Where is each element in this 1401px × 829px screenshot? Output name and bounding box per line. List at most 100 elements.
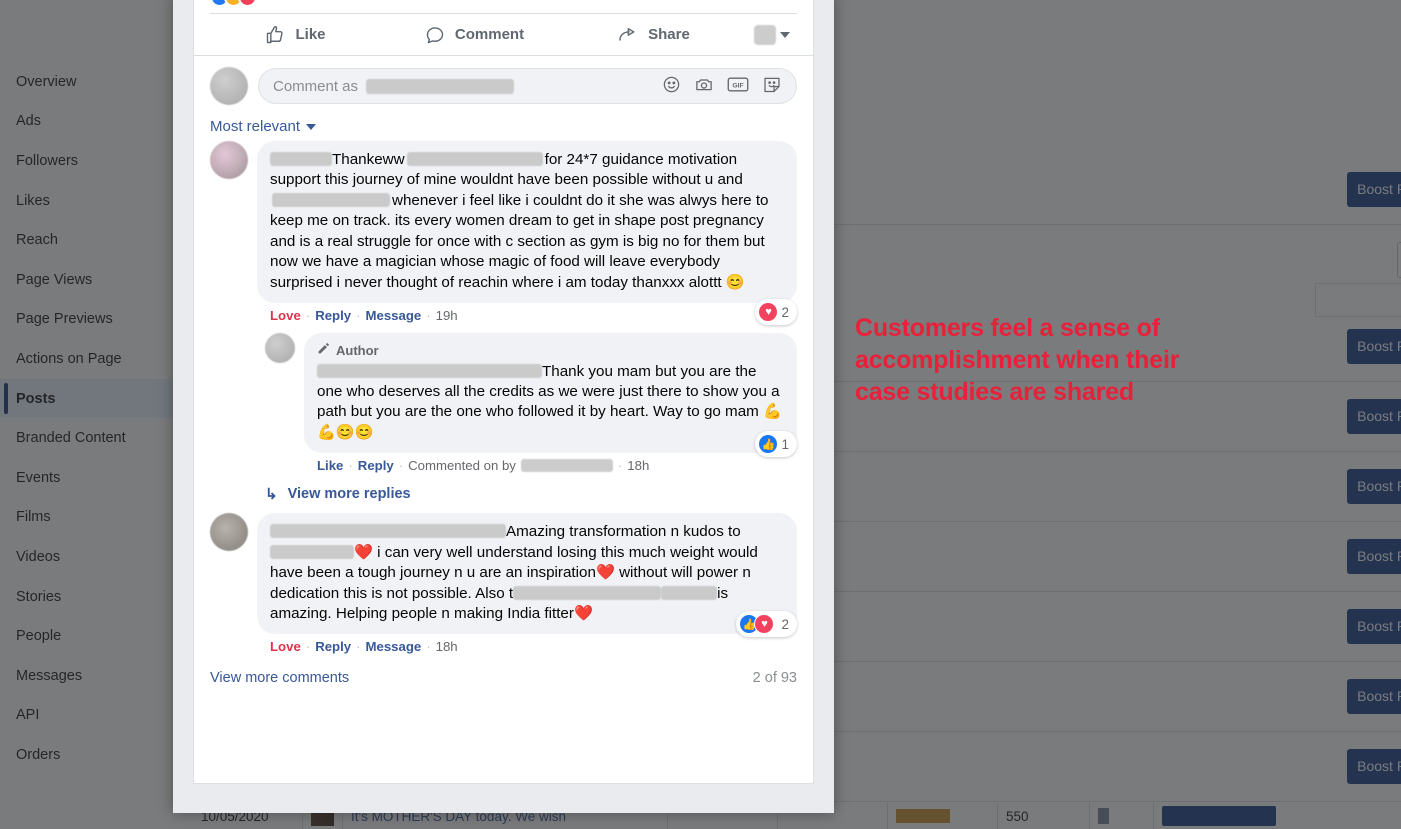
like-button[interactable]: Like xyxy=(206,19,385,51)
redacted-mention[interactable] xyxy=(317,363,542,378)
comment-button-label: Comment xyxy=(454,26,525,43)
svg-text:GIF: GIF xyxy=(732,82,743,89)
view-more-replies-label: View more replies xyxy=(287,486,411,503)
avatar[interactable] xyxy=(210,513,248,552)
comment-reply-item: Author Thank you mam but you are the one… xyxy=(265,333,797,473)
share-arrow-icon xyxy=(617,25,638,45)
post-action-bar: Like Comment Share xyxy=(194,14,813,56)
emoji-icon[interactable] xyxy=(662,75,681,98)
annotation-text: Customers feel a sense of accomplishment… xyxy=(855,314,1180,406)
comment-meta: Like · Reply · Commented on by · 18h xyxy=(304,453,797,473)
camera-icon[interactable] xyxy=(694,75,714,98)
post-detail-modal: Like Comment Share Comment as GIF Most r… xyxy=(173,0,834,813)
comment-reaction-pill[interactable]: 👍 1 xyxy=(755,431,797,458)
meta-separator: · xyxy=(617,458,623,474)
meta-separator: · xyxy=(398,458,404,474)
comment-reaction-pill[interactable]: ♥ 2 xyxy=(755,299,797,325)
redacted-mention[interactable] xyxy=(406,152,543,166)
meta-separator: · xyxy=(348,458,353,474)
comments-count-label: 2 of 93 xyxy=(752,670,797,687)
share-button-label: Share xyxy=(648,26,690,43)
comment-reply-link[interactable]: Reply xyxy=(358,458,394,473)
comment-timestamp: 18h xyxy=(435,639,458,655)
comment-timestamp: 18h xyxy=(627,458,650,474)
share-audience-selector[interactable] xyxy=(743,24,801,45)
comment-meta: Love · Reply · Message · 19h xyxy=(257,303,797,323)
reaction-count: 2 xyxy=(781,616,789,632)
comment-message-link[interactable]: Message xyxy=(366,308,422,323)
comment-item: Thankeww for 24*7 guidance motivation sup… xyxy=(210,141,797,325)
comment-text-bubble: Amazing transformation n kudos to ❤️ i c… xyxy=(257,513,797,635)
comment-timestamp: 19h xyxy=(435,308,458,324)
meta-separator: · xyxy=(426,639,431,655)
reaction-count: 1 xyxy=(781,436,789,452)
meta-separator: · xyxy=(426,308,431,324)
thumbs-up-icon xyxy=(265,25,285,45)
comments-footer: View more comments 2 of 93 xyxy=(194,664,813,702)
chevron-down-icon xyxy=(306,123,317,130)
redacted-mention[interactable] xyxy=(513,585,662,600)
comment-meta: Love · Reply · Message · 18h xyxy=(257,634,797,654)
commented-on-by-label: Commented on by xyxy=(408,458,516,474)
chevron-down-icon xyxy=(780,31,790,38)
redacted-mention[interactable] xyxy=(272,192,390,207)
redacted-mention[interactable] xyxy=(661,585,718,600)
comment-input-prefix: Comment as xyxy=(273,77,359,95)
comment-reply-link[interactable]: Reply xyxy=(315,639,351,654)
love-reaction-icon: ♥ xyxy=(758,302,779,322)
comment-text-part-1: Thankeww xyxy=(332,151,405,168)
meta-separator: · xyxy=(305,308,311,324)
comment-bubble-icon xyxy=(425,25,445,45)
reaction-count: 2 xyxy=(781,304,789,320)
comment-message-link[interactable]: Message xyxy=(366,639,422,654)
meta-separator: · xyxy=(356,308,361,324)
like-reaction-icon: 👍 xyxy=(758,434,779,455)
comment-item: Amazing transformation n kudos to ❤️ i c… xyxy=(210,513,797,654)
redacted-mention[interactable] xyxy=(270,544,354,559)
avatar[interactable] xyxy=(265,333,295,364)
post-detail-modal-content: Like Comment Share Comment as GIF Most r… xyxy=(193,0,814,784)
love-reaction-icon: ♥ xyxy=(754,614,775,635)
avatar xyxy=(210,67,248,105)
post-reactions-summary[interactable] xyxy=(194,0,813,13)
meta-separator: · xyxy=(356,639,361,655)
comment-reaction-link[interactable]: Love xyxy=(270,308,301,323)
pen-icon xyxy=(317,342,330,359)
composer-icon-group: GIF xyxy=(662,75,782,98)
comment-reaction-pill[interactable]: 👍 ♥ 2 xyxy=(736,611,797,638)
comment-button[interactable]: Comment xyxy=(385,19,564,51)
comment-body: Amazing transformation n kudos to ❤️ i c… xyxy=(257,513,797,654)
author-badge-label: Author xyxy=(336,343,379,359)
comment-reaction-link[interactable]: Like xyxy=(317,458,343,473)
redacted-commenter-name[interactable] xyxy=(270,152,332,166)
redacted-user-name xyxy=(366,78,515,94)
comment-input[interactable]: Comment as GIF xyxy=(258,68,797,104)
comment-reply-link[interactable]: Reply xyxy=(315,308,351,323)
comment2-emoji-3: ❤️ xyxy=(573,605,593,623)
redacted-audience-icon xyxy=(754,24,776,45)
like-button-label: Like xyxy=(295,26,326,43)
reply-arrow-icon: ↳ xyxy=(265,486,278,504)
avatar[interactable] xyxy=(210,141,248,179)
meta-separator: · xyxy=(305,639,311,655)
gif-icon[interactable]: GIF xyxy=(727,75,749,98)
comment2-emoji-1: ❤️ xyxy=(354,543,373,561)
comment-body: Author Thank you mam but you are the one… xyxy=(304,333,797,473)
redacted-commenter-name[interactable] xyxy=(520,459,613,473)
share-button[interactable]: Share xyxy=(564,19,743,51)
comment-sort-dropdown[interactable]: Most relevant xyxy=(194,114,813,141)
redacted-commenter-name[interactable] xyxy=(270,524,506,539)
comment2-emoji-2: ❤️ xyxy=(595,564,615,582)
love-reaction-icon xyxy=(238,0,257,7)
comment-text-bubble: Author Thank you mam but you are the one… xyxy=(304,333,797,454)
comment-body: Thankeww for 24*7 guidance motivation sup… xyxy=(257,141,797,325)
view-more-comments-button[interactable]: View more comments xyxy=(210,670,349,686)
view-more-replies-button[interactable]: ↳ View more replies xyxy=(265,483,797,513)
author-badge: Author xyxy=(317,342,784,359)
comment-reaction-link[interactable]: Love xyxy=(270,639,301,654)
comment-emoji: 😊 xyxy=(725,273,745,291)
comment-text-bubble: Thankeww for 24*7 guidance motivation sup… xyxy=(257,141,797,304)
comment-sort-label: Most relevant xyxy=(210,118,301,135)
sticker-icon[interactable] xyxy=(762,75,782,98)
comment-composer: Comment as GIF xyxy=(194,56,813,114)
